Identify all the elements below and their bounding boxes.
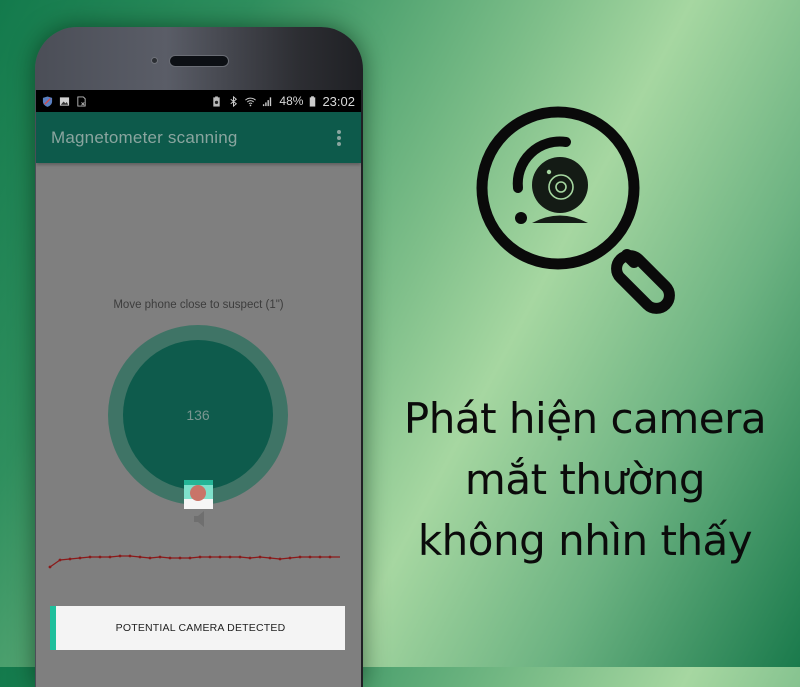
sim-icon [77,95,86,107]
headline-line-1: Phát hiện camera [403,394,767,443]
app-title: Magnetometer scanning [51,127,238,147]
front-camera [151,57,158,64]
headline-line-2: mắt thường [464,455,706,504]
headline-line-3: không nhìn thấy [417,516,753,565]
app-bar: Magnetometer scanning [36,112,361,163]
speaker-icon[interactable] [192,510,206,528]
status-bar: 48% 23:02 [36,90,361,112]
magnetometer-gauge: 136 [108,325,288,505]
graph-points [48,554,332,569]
promo-headline: Phát hiện camera mắt thường không nhìn t… [370,388,800,571]
detection-indicator[interactable] [184,480,213,509]
graph-line [49,555,340,568]
magnetometer-reading: 136 [186,407,210,423]
clock: 23:02 [322,93,355,109]
battery-icon [310,95,316,107]
gauge-center: 136 [123,340,273,490]
battery-saver-icon [213,95,221,107]
shield-icon [42,95,53,107]
earpiece-speaker [169,55,229,67]
detection-alert[interactable]: POTENTIAL CAMERA DETECTED [50,606,345,650]
phone-frame: 48% 23:02 Magnetometer scanning Move pho… [35,27,363,687]
image-icon [59,96,70,106]
wifi-icon [245,97,257,106]
alert-message: POTENTIAL CAMERA DETECTED [115,622,286,634]
magnetometer-history-graph [48,554,340,569]
more-options-button[interactable] [331,128,347,148]
bluetooth-icon [230,95,238,107]
magnifier-camera-icon [476,106,675,314]
scan-instruction: Move phone close to suspect (1") [113,299,284,311]
signal-icon [263,96,272,106]
battery-percent: 48% [279,94,304,108]
record-dot-icon [190,485,206,501]
phone-screen: 48% 23:02 Magnetometer scanning Move pho… [36,90,361,687]
more-vert-icon [337,129,341,134]
